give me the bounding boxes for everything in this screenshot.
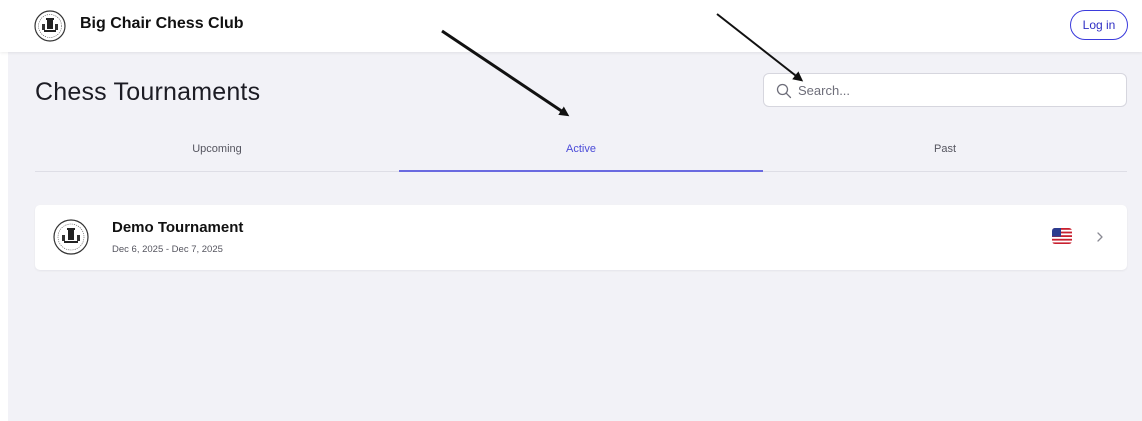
tournament-dates: Dec 6, 2025 - Dec 7, 2025 xyxy=(112,244,223,255)
tournament-tabs: Upcoming Active Past xyxy=(35,132,1127,172)
tournament-card[interactable]: Demo Tournament Dec 6, 2025 - Dec 7, 202… xyxy=(35,205,1127,270)
top-bar: Big Chair Chess Club Log in xyxy=(0,0,1142,52)
main-content: Chess Tournaments Upcoming Active Past D… xyxy=(8,52,1142,421)
page-title: Chess Tournaments xyxy=(35,78,261,106)
tournament-logo-icon xyxy=(53,219,89,255)
us-flag-icon xyxy=(1052,228,1072,244)
login-button[interactable]: Log in xyxy=(1070,10,1128,40)
search-input[interactable] xyxy=(798,74,1118,106)
tab-upcoming[interactable]: Upcoming xyxy=(35,132,399,171)
tournament-name: Demo Tournament xyxy=(112,219,244,236)
chevron-right-icon xyxy=(1097,232,1103,242)
tab-past[interactable]: Past xyxy=(763,132,1127,171)
tab-active[interactable]: Active xyxy=(399,132,763,172)
search-box[interactable] xyxy=(763,73,1127,107)
chess-club-logo-icon[interactable] xyxy=(34,10,66,42)
club-name[interactable]: Big Chair Chess Club xyxy=(80,15,244,33)
search-icon xyxy=(776,83,792,99)
